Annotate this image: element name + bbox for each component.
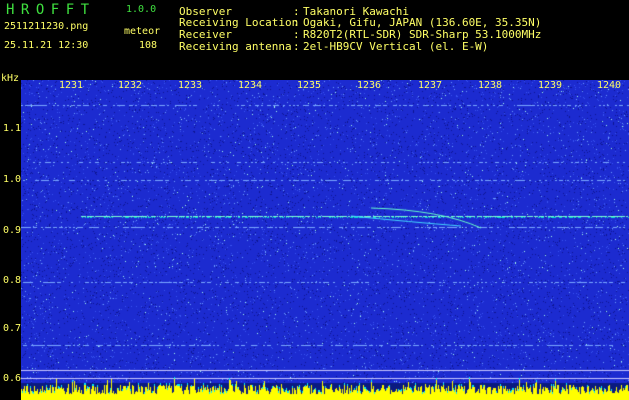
file-name: 2511211230.png [4, 21, 89, 32]
spectrogram-plot [21, 80, 629, 400]
y-axis-unit: kHz [1, 73, 20, 84]
x-tick-label: 1240 [597, 80, 622, 91]
y-tick-label: 0.8 [3, 275, 22, 286]
app-version: 1.0.0 [126, 4, 157, 15]
app-title: HROFFT [6, 2, 96, 18]
x-tick-label: 1238 [478, 80, 503, 91]
meteor-count: 108 [139, 40, 158, 51]
header-key-antenna: Receiving antenna [179, 40, 292, 53]
x-tick-label: 1232 [118, 80, 143, 91]
header-value-receiver: R820T2(RTL-SDR) SDR-Sharp 53.1000MHz [303, 28, 542, 41]
header-value-location: Ogaki, Gifu, JAPAN (136.60E, 35.35N) [303, 16, 542, 29]
header-colon: : [293, 28, 300, 41]
y-tick-label: 1.1 [3, 123, 22, 134]
header-colon: : [293, 40, 300, 53]
x-tick-label: 1239 [538, 80, 563, 91]
header-colon: : [293, 16, 300, 29]
y-tick-label: 0.9 [3, 225, 22, 236]
file-datetime: 25.11.21 12:30 [4, 40, 89, 51]
y-tick-label: 0.6 [3, 373, 22, 384]
x-tick-label: 1234 [238, 80, 263, 91]
y-tick-label: 1.0 [3, 174, 22, 185]
x-tick-label: 1237 [418, 80, 443, 91]
x-tick-label: 1233 [178, 80, 203, 91]
header-value-antenna: 2el-HB9CV Vertical (el. E-W) [303, 40, 489, 53]
meteor-label: meteor [124, 26, 161, 37]
x-tick-label: 1231 [59, 80, 84, 91]
header-key-location: Receiving Location [179, 16, 299, 29]
header-key-receiver: Receiver [179, 28, 232, 41]
x-tick-label: 1235 [297, 80, 322, 91]
x-tick-label: 1236 [357, 80, 382, 91]
y-tick-label: 0.7 [3, 323, 22, 334]
